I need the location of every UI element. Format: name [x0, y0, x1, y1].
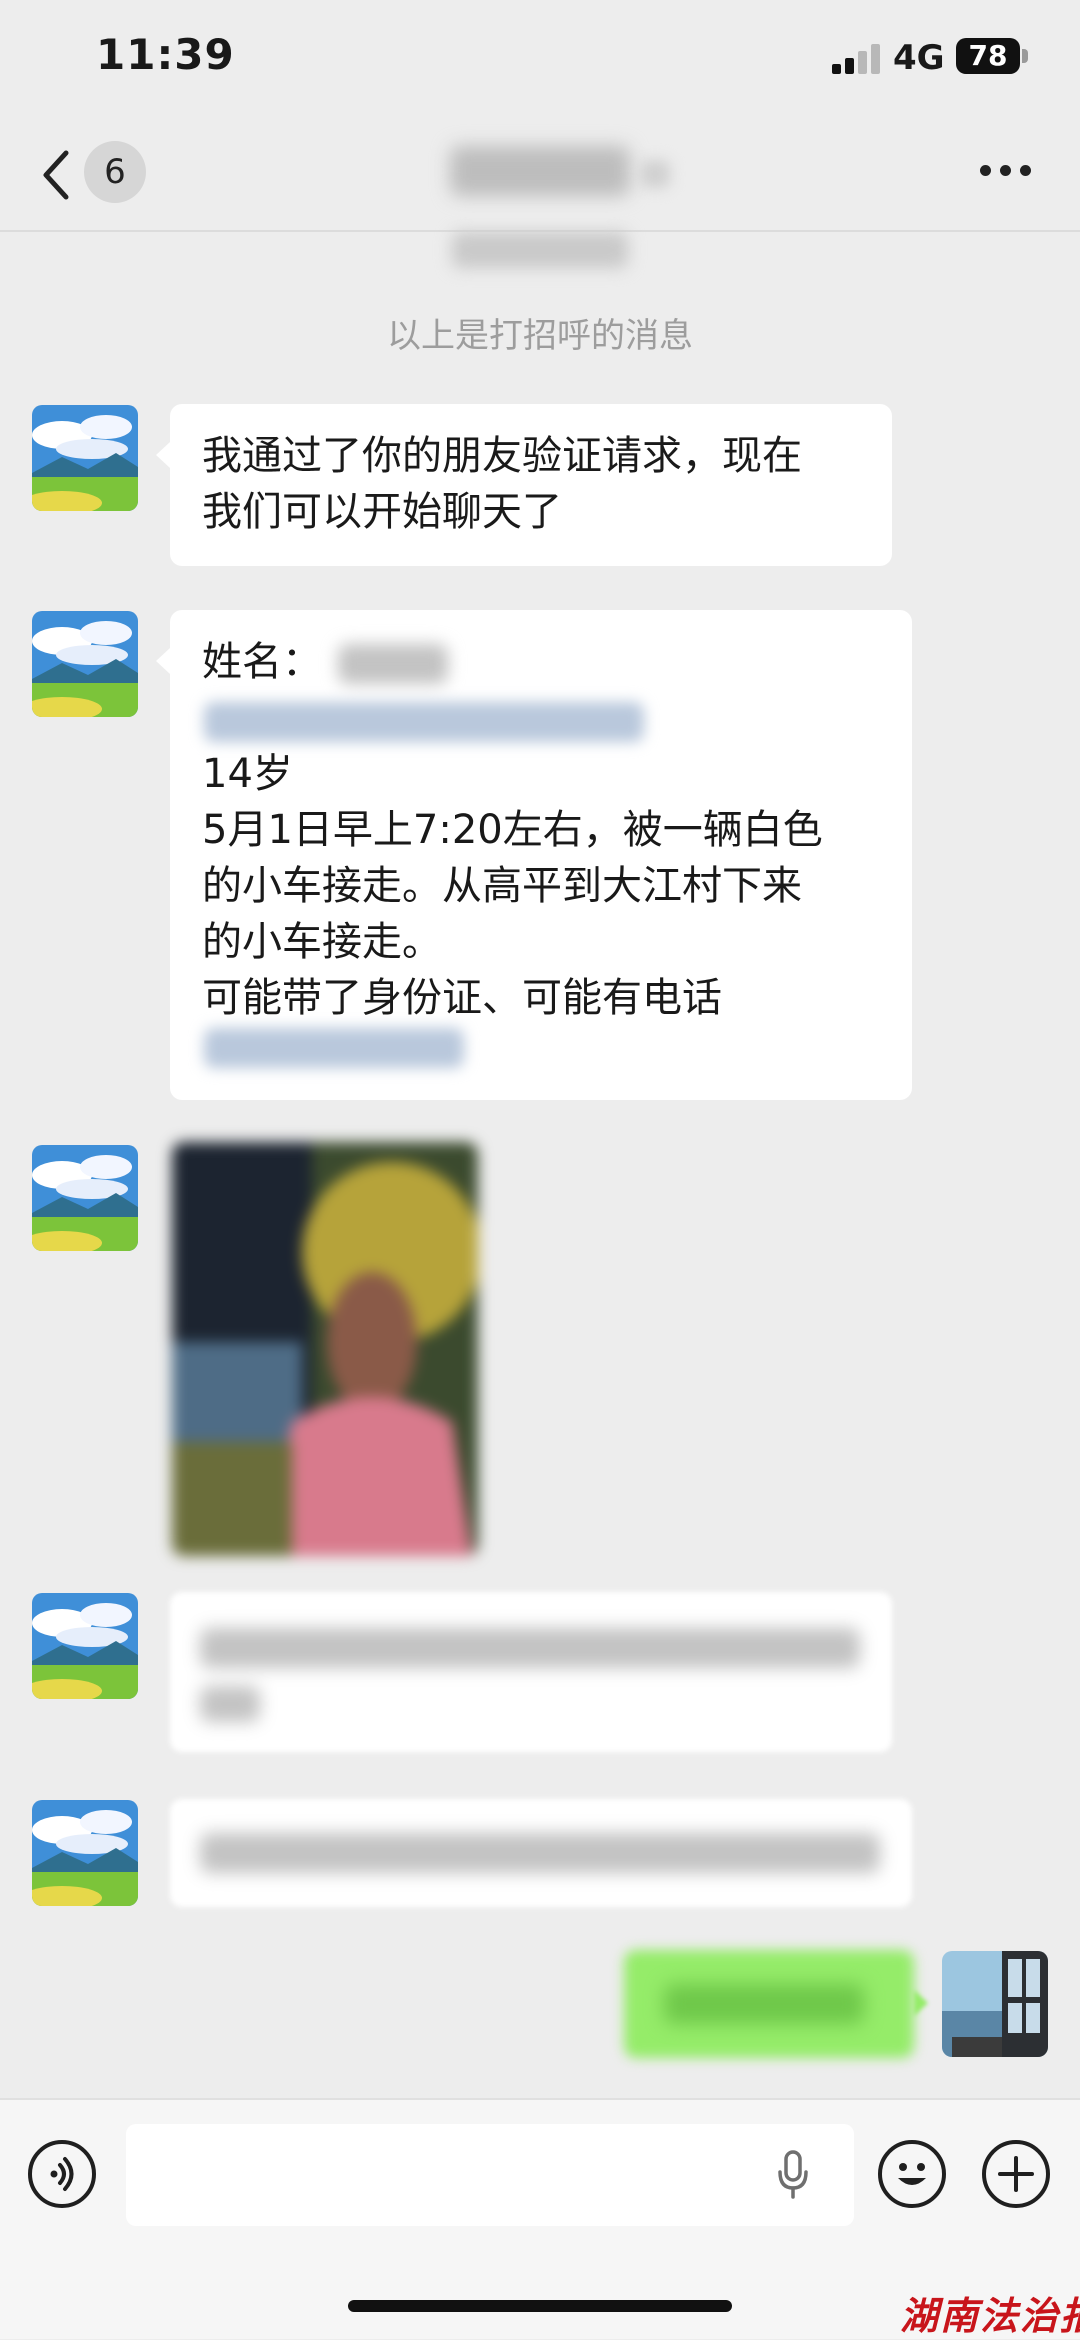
self-avatar[interactable] — [942, 1951, 1048, 2057]
message-bubble-redacted[interactable] — [170, 1799, 912, 1907]
message-line: 我们可以开始聊天了 — [202, 489, 562, 535]
timestamp-redacted — [452, 232, 628, 268]
landscape-avatar-image — [32, 1800, 138, 1906]
battery-tip — [1022, 49, 1028, 63]
window-view-avatar-image — [942, 1951, 1048, 2057]
more-options-icon[interactable] — [980, 160, 1032, 182]
chat-title-suffix-redacted — [640, 160, 670, 188]
voice-wave-icon — [50, 2157, 74, 2191]
newspaper-watermark: 湖南法治报 — [900, 2293, 1080, 2338]
microphone-icon[interactable] — [776, 2150, 810, 2200]
landscape-avatar-image — [32, 1593, 138, 1699]
emoji-button[interactable] — [878, 2140, 946, 2208]
system-message: 以上是打招呼的消息 — [387, 316, 693, 356]
network-type: 4G — [893, 38, 945, 78]
bubble-tail — [914, 1990, 928, 2016]
message-bubble-redacted[interactable] — [170, 1592, 892, 1752]
message-line: 的小车接走。 — [202, 919, 442, 965]
bubble-tail — [156, 442, 170, 468]
phone-number-redacted — [204, 1028, 464, 1068]
contact-avatar[interactable] — [32, 1593, 138, 1699]
add-attachment-button[interactable] — [982, 2140, 1050, 2208]
message-bubble-1[interactable]: 我通过了你的朋友验证请求，现在 我们可以开始聊天了 — [170, 404, 892, 566]
landscape-avatar-image — [32, 1145, 138, 1251]
blurred-photo-image — [172, 1142, 478, 1556]
name-redacted — [338, 644, 448, 684]
name-label: 姓名： — [202, 639, 322, 685]
battery-icon: 78 — [956, 38, 1020, 74]
message-line: 我通过了你的朋友验证请求，现在 — [202, 433, 802, 479]
contact-avatar[interactable] — [32, 1145, 138, 1251]
contact-avatar[interactable] — [32, 611, 138, 717]
message-bubble-2[interactable]: 姓名： 14岁 5月1日早上7:20左右，被一辆白色 的小车接走。从高平到大江村… — [170, 610, 912, 1100]
back-arrow-icon[interactable] — [36, 147, 76, 203]
message-line: 5月1日早上7:20左右，被一辆白色 — [202, 807, 823, 853]
message-text-redacted — [200, 1628, 860, 1668]
plus-icon — [998, 2156, 1034, 2192]
id-number-redacted — [204, 702, 644, 742]
voice-input-button[interactable] — [28, 2140, 96, 2208]
message-text-redacted — [200, 1686, 260, 1722]
contact-avatar[interactable] — [32, 405, 138, 511]
home-indicator — [348, 2300, 732, 2312]
message-line: 的小车接走。从高平到大江村下来 — [202, 863, 802, 909]
message-line: 可能带了身份证、可能有电话 — [202, 975, 722, 1021]
bubble-tail — [156, 648, 170, 674]
unread-count-badge[interactable]: 6 — [84, 141, 146, 203]
contact-avatar[interactable] — [32, 1800, 138, 1906]
landscape-avatar-image — [32, 611, 138, 717]
message-text-input[interactable] — [126, 2124, 854, 2226]
sent-message-text-redacted — [664, 1984, 864, 2024]
cellular-signal-icon — [832, 44, 882, 74]
emoji-face-icon — [898, 2163, 926, 2185]
status-time: 11:39 — [96, 30, 235, 79]
age-text: 14岁 — [202, 751, 293, 797]
landscape-avatar-image — [32, 405, 138, 511]
chat-title-redacted — [450, 146, 630, 196]
photo-message-redacted[interactable] — [172, 1142, 478, 1556]
message-text-redacted — [200, 1833, 880, 1873]
